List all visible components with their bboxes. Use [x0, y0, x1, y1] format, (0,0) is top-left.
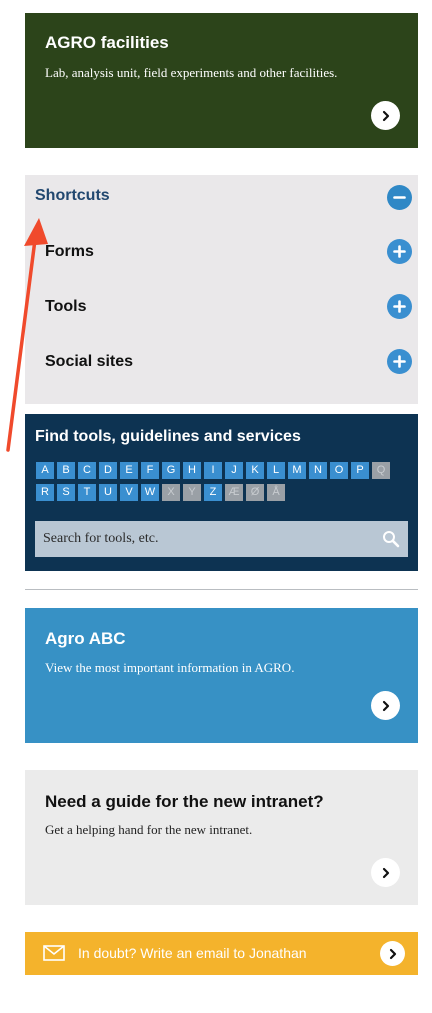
alphabet-row-2: RSTUVWXYZÆØÅ [36, 484, 285, 501]
expand-social-sites-button[interactable] [387, 349, 412, 374]
shortcut-item-label: Social sites [45, 353, 134, 370]
mail-icon [43, 945, 65, 961]
letter-filter-r[interactable]: R [36, 484, 54, 501]
shortcut-item-tools[interactable]: Tools [45, 294, 412, 320]
letter-filter-n[interactable]: N [309, 462, 327, 479]
agro-abc-arrow-button[interactable] [371, 691, 400, 720]
chevron-right-icon [382, 110, 389, 121]
expand-forms-button[interactable] [387, 239, 412, 264]
guide-description: Get a helping hand for the new intranet. [45, 822, 253, 837]
letter-filter-j[interactable]: J [225, 462, 243, 479]
email-contact-text: In doubt? Write an email to Jonathan [78, 945, 307, 961]
facilities-card[interactable]: AGRO facilities Lab, analysis unit, fiel… [25, 13, 418, 148]
shortcut-item-label: Tools [45, 298, 87, 315]
letter-filter-c[interactable]: C [78, 462, 96, 479]
facilities-arrow-button[interactable] [371, 101, 400, 130]
expand-tools-button[interactable] [387, 294, 412, 319]
agro-abc-description: View the most important information in A… [45, 660, 295, 675]
letter-filter-l[interactable]: L [267, 462, 285, 479]
letter-filter-k[interactable]: K [246, 462, 264, 479]
letter-filter-f[interactable]: F [141, 462, 159, 479]
letter-filter-æ: Æ [225, 484, 243, 501]
chevron-right-icon [389, 948, 396, 959]
letter-filter-s[interactable]: S [57, 484, 75, 501]
letter-filter-z[interactable]: Z [204, 484, 222, 501]
letter-filter-w[interactable]: W [141, 484, 159, 501]
shortcuts-panel: Shortcuts Forms Tools Social sites [25, 175, 418, 404]
facilities-title: AGRO facilities [45, 33, 169, 52]
plus-circle-icon [393, 300, 406, 313]
letter-filter-y: Y [183, 484, 201, 501]
letter-filter-x: X [162, 484, 180, 501]
shortcut-item-label: Forms [45, 243, 94, 260]
letter-filter-ø: Ø [246, 484, 264, 501]
plus-circle-icon [393, 245, 406, 258]
letter-filter-e[interactable]: E [120, 462, 138, 479]
shortcut-item-social-sites[interactable]: Social sites [45, 349, 412, 375]
facilities-description: Lab, analysis unit, field experiments an… [45, 65, 338, 80]
guide-title: Need a guide for the new intranet? [45, 792, 324, 811]
letter-filter-g[interactable]: G [162, 462, 180, 479]
letter-filter-q: Q [372, 462, 390, 479]
letter-filter-b[interactable]: B [57, 462, 75, 479]
letter-filter-p[interactable]: P [351, 462, 369, 479]
chevron-right-icon [382, 700, 389, 711]
shortcuts-title[interactable]: Shortcuts [35, 187, 110, 205]
agro-abc-title: Agro ABC [45, 629, 126, 648]
letter-filter-t[interactable]: T [78, 484, 96, 501]
letter-filter-h[interactable]: H [183, 462, 201, 479]
letter-filter-v[interactable]: V [120, 484, 138, 501]
search-box [35, 521, 408, 557]
letter-filter-o[interactable]: O [330, 462, 348, 479]
letter-filter-u[interactable]: U [99, 484, 117, 501]
letter-filter-i[interactable]: I [204, 462, 222, 479]
letter-filter-å: Å [267, 484, 285, 501]
section-divider [25, 589, 418, 590]
chevron-right-icon [382, 867, 389, 878]
shortcuts-collapse-button[interactable] [387, 185, 412, 210]
guide-card[interactable]: Need a guide for the new intranet? Get a… [25, 770, 418, 905]
guide-arrow-button[interactable] [371, 858, 400, 887]
letter-filter-d[interactable]: D [99, 462, 117, 479]
find-tools-title: Find tools, guidelines and services [35, 428, 301, 445]
email-contact-bar[interactable]: In doubt? Write an email to Jonathan [25, 932, 418, 975]
letter-filter-m[interactable]: M [288, 462, 306, 479]
agro-abc-card[interactable]: Agro ABC View the most important informa… [25, 608, 418, 743]
find-tools-panel: Find tools, guidelines and services ABCD… [25, 414, 418, 571]
letter-filter-a[interactable]: A [36, 462, 54, 479]
minus-circle-icon [393, 196, 406, 199]
search-icon[interactable] [382, 530, 400, 548]
search-input[interactable] [35, 521, 375, 557]
plus-circle-icon [393, 355, 406, 368]
shortcut-item-forms[interactable]: Forms [45, 239, 412, 265]
alphabet-row-1: ABCDEFGHIJKLMNOPQ [36, 462, 390, 479]
email-arrow-button[interactable] [380, 941, 405, 966]
